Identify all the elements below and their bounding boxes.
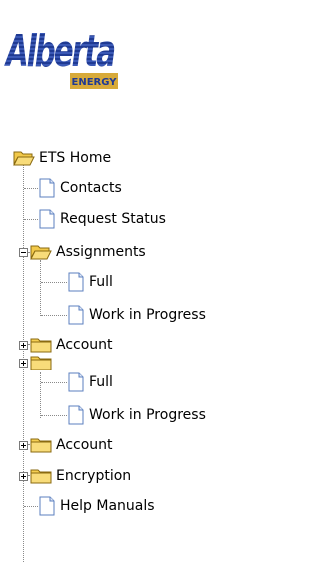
folder-icon bbox=[30, 338, 52, 353]
tree-connector bbox=[41, 282, 67, 283]
document-icon bbox=[68, 372, 84, 392]
tree-label: Contacts bbox=[60, 180, 122, 196]
open-folder-icon bbox=[13, 151, 35, 166]
expand-toggle-icon[interactable] bbox=[19, 440, 28, 450]
expand-toggle-icon bbox=[19, 358, 28, 368]
tree-node-assignments[interactable]: Assignments bbox=[19, 240, 146, 264]
tree-connector bbox=[41, 315, 67, 316]
tree-node-help-manuals[interactable]: Help Manuals bbox=[38, 494, 155, 518]
open-folder-icon bbox=[30, 245, 52, 260]
tree-label: Account bbox=[56, 437, 113, 453]
tree-label: Account bbox=[56, 337, 113, 353]
tree-connector bbox=[41, 415, 67, 416]
tree-connector bbox=[24, 188, 38, 189]
tree-node-full[interactable]: Full bbox=[67, 270, 113, 294]
expand-toggle-icon[interactable] bbox=[19, 471, 28, 481]
tree-node-account[interactable]: Account bbox=[19, 433, 113, 457]
tree-label: Work in Progress bbox=[89, 407, 206, 423]
tree-label: ETS Home bbox=[39, 150, 112, 166]
document-icon bbox=[68, 272, 84, 292]
tree-node-contacts[interactable]: Contacts bbox=[38, 176, 122, 200]
tree-label: Full bbox=[89, 274, 113, 290]
navigation-tree: ETS Home Contacts Request Status Assignm… bbox=[0, 0, 255, 562]
tree-connector bbox=[24, 219, 38, 220]
collapse-toggle-icon[interactable] bbox=[19, 247, 28, 257]
tree-label: Encryption bbox=[56, 468, 132, 484]
tree-node-request-status[interactable]: Request Status bbox=[38, 207, 166, 231]
tree-node-encryption[interactable]: Encryption bbox=[19, 464, 131, 488]
expand-toggle-icon[interactable] bbox=[19, 340, 28, 350]
tree-node-work-in-progress[interactable]: Work in Progress bbox=[67, 403, 206, 427]
tree-connector bbox=[40, 260, 41, 316]
tree-connector bbox=[24, 506, 38, 507]
tree-node-partial bbox=[19, 356, 52, 370]
folder-icon bbox=[30, 438, 52, 453]
folder-icon bbox=[30, 356, 52, 370]
tree-node-ets-home[interactable]: ETS Home bbox=[13, 146, 111, 170]
document-icon bbox=[39, 209, 55, 229]
folder-icon bbox=[30, 469, 52, 484]
document-icon bbox=[68, 405, 84, 425]
tree-label: Full bbox=[89, 374, 113, 390]
document-icon bbox=[68, 305, 84, 325]
tree-label: Work in Progress bbox=[89, 307, 206, 323]
tree-node-full[interactable]: Full bbox=[67, 370, 113, 394]
tree-node-account[interactable]: Account bbox=[19, 333, 113, 357]
tree-label: Help Manuals bbox=[60, 498, 155, 514]
tree-connector bbox=[41, 382, 67, 383]
tree-label: Request Status bbox=[60, 211, 166, 227]
tree-node-work-in-progress[interactable]: Work in Progress bbox=[67, 303, 206, 327]
document-icon bbox=[39, 496, 55, 516]
document-icon bbox=[39, 178, 55, 198]
tree-connector bbox=[40, 372, 41, 418]
tree-label: Assignments bbox=[56, 244, 146, 260]
